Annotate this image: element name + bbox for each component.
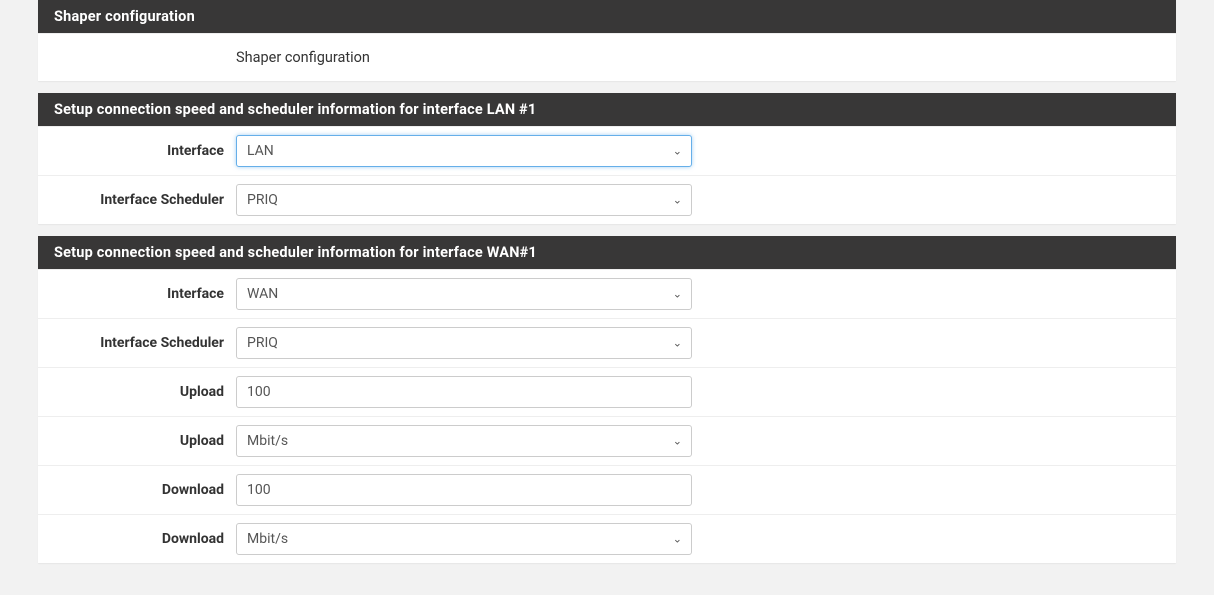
field-label: Interface Scheduler: [38, 335, 236, 351]
field-label: Download: [38, 482, 236, 498]
panel-wan: Setup connection speed and scheduler inf…: [38, 236, 1176, 563]
form-row: Shaper configuration: [38, 33, 1176, 81]
select-wrap: PRIQ ⌄: [236, 184, 692, 216]
interface-select[interactable]: LAN: [236, 135, 692, 167]
upload-unit-select[interactable]: Mbit/s: [236, 425, 692, 457]
form-row: Download Mbit/s ⌄: [38, 514, 1176, 563]
interface-select[interactable]: WAN: [236, 278, 692, 310]
interface-scheduler-select[interactable]: PRIQ: [236, 327, 692, 359]
form-row: Upload Mbit/s ⌄: [38, 416, 1176, 465]
panel-header: Setup connection speed and scheduler inf…: [38, 93, 1176, 126]
form-row: Interface WAN ⌄: [38, 269, 1176, 318]
form-row: Interface Scheduler PRIQ ⌄: [38, 318, 1176, 367]
download-unit-select[interactable]: Mbit/s: [236, 523, 692, 555]
panel-header: Setup connection speed and scheduler inf…: [38, 236, 1176, 269]
select-wrap: WAN ⌄: [236, 278, 692, 310]
field-label: Upload: [38, 384, 236, 400]
field-label: Upload: [38, 433, 236, 449]
interface-scheduler-select[interactable]: PRIQ: [236, 184, 692, 216]
form-row: Upload: [38, 367, 1176, 416]
panel-header: Shaper configuration: [38, 0, 1176, 33]
download-input[interactable]: [236, 474, 692, 506]
form-row: Interface Scheduler PRIQ ⌄: [38, 175, 1176, 224]
upload-input[interactable]: [236, 376, 692, 408]
field-label: Download: [38, 531, 236, 547]
field-label: Interface: [38, 286, 236, 302]
form-row: Download: [38, 465, 1176, 514]
select-wrap: PRIQ ⌄: [236, 327, 692, 359]
select-wrap: LAN ⌄: [236, 135, 692, 167]
select-wrap: Mbit/s ⌄: [236, 523, 692, 555]
field-label: Interface: [38, 143, 236, 159]
static-text: Shaper configuration: [236, 49, 692, 66]
form-row: Interface LAN ⌄: [38, 126, 1176, 175]
panel-shaper-config: Shaper configuration Shaper configuratio…: [38, 0, 1176, 81]
panel-lan: Setup connection speed and scheduler inf…: [38, 93, 1176, 224]
select-wrap: Mbit/s ⌄: [236, 425, 692, 457]
page: Shaper configuration Shaper configuratio…: [0, 0, 1214, 595]
field-label: Interface Scheduler: [38, 192, 236, 208]
